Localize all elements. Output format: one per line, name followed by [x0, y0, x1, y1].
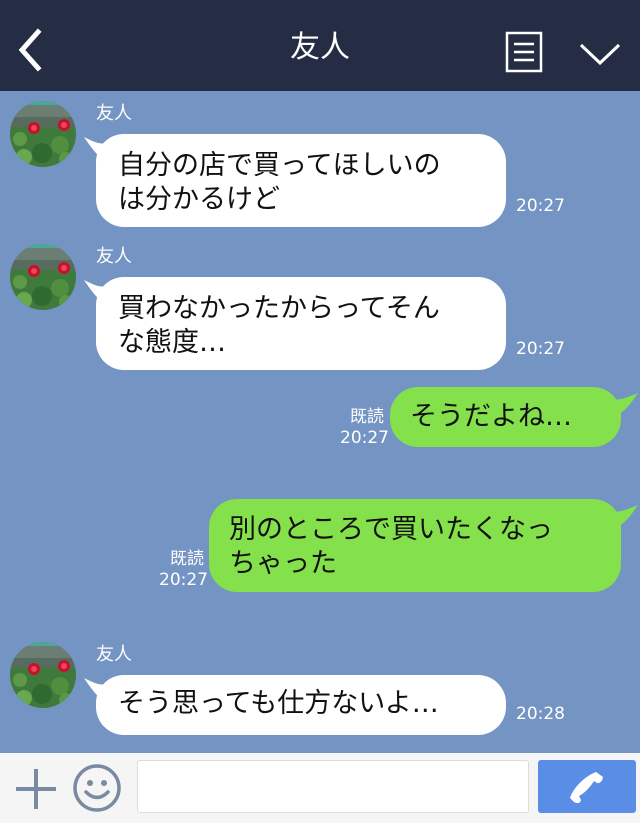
message-time: 20:28: [516, 704, 565, 724]
outgoing-message-bubble[interactable]: そうだよね…: [390, 387, 621, 447]
back-arrow-icon[interactable]: [14, 28, 46, 72]
message-time: 20:27: [340, 428, 389, 448]
phone-icon: [570, 772, 603, 804]
plus-icon[interactable]: [14, 767, 58, 811]
chat-header: 友人: [0, 0, 640, 91]
menu-list-icon[interactable]: [505, 31, 543, 73]
outgoing-message-bubble[interactable]: 別のところで買いたくなっ ちゃった: [209, 499, 621, 592]
incoming-message-bubble[interactable]: そう思っても仕方ないよ…: [96, 675, 506, 735]
friend-avatar[interactable]: [10, 244, 76, 310]
chat-title: 友人: [290, 30, 350, 65]
sender-name: 友人: [96, 103, 132, 124]
sender-name: 友人: [96, 644, 132, 665]
input-bar: [0, 753, 640, 823]
message-time: 20:27: [159, 570, 208, 590]
sender-name: 友人: [96, 246, 132, 267]
incoming-message-bubble[interactable]: 買わなかったからってそん な態度…: [96, 277, 506, 370]
incoming-message-bubble[interactable]: 自分の店で買ってほしいの は分かるけど: [96, 134, 506, 227]
friend-avatar[interactable]: [10, 642, 76, 708]
chevron-down-icon[interactable]: [578, 40, 622, 68]
read-receipt: 既読: [350, 407, 384, 427]
friend-avatar[interactable]: [10, 101, 76, 167]
call-button[interactable]: [538, 760, 636, 813]
smiley-icon[interactable]: [72, 763, 122, 813]
message-time: 20:27: [516, 339, 565, 359]
read-receipt: 既読: [170, 549, 204, 569]
bubble-tail: [612, 393, 638, 417]
message-input[interactable]: [137, 760, 529, 813]
message-time: 20:27: [516, 196, 565, 216]
chat-area[interactable]: 友人 自分の店で買ってほしいの は分かるけど 20:27 友人 買わなかったから…: [0, 91, 640, 753]
bubble-tail: [612, 505, 638, 529]
